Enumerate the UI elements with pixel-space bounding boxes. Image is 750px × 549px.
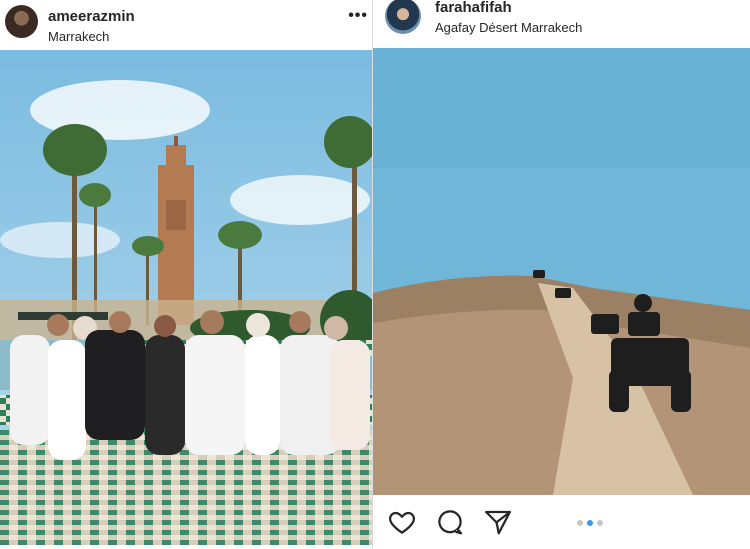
avatar[interactable] — [385, 0, 421, 34]
avatar[interactable] — [5, 5, 38, 38]
post-farahafifah: farahafifah Agafay Désert Marrakech — [372, 0, 750, 549]
post-photo[interactable] — [373, 48, 750, 495]
action-bar — [373, 495, 750, 549]
photo-koutoubia-group — [0, 50, 372, 545]
username[interactable]: ameerazmin — [48, 7, 135, 26]
carousel-dot — [597, 520, 603, 526]
carousel-dot — [587, 520, 593, 526]
user-meta: farahafifah Agafay Désert Marrakech — [435, 0, 582, 36]
share-icon[interactable] — [483, 507, 513, 537]
post-header: farahafifah Agafay Désert Marrakech — [373, 0, 750, 48]
location[interactable]: Agafay Désert Marrakech — [435, 19, 582, 36]
user-meta: ameerazmin Marrakech — [48, 7, 135, 45]
post-ameerazmin: ameerazmin Marrakech ••• — [0, 0, 372, 549]
carousel-indicator — [577, 520, 603, 526]
comment-icon[interactable] — [435, 507, 465, 537]
post-photo[interactable] — [0, 50, 372, 545]
heart-icon[interactable] — [387, 507, 417, 537]
location[interactable]: Marrakech — [48, 28, 135, 45]
more-icon[interactable]: ••• — [348, 8, 368, 24]
post-header: ameerazmin Marrakech ••• — [0, 0, 372, 50]
carousel-dot — [577, 520, 583, 526]
photo-agafay-quads — [373, 48, 750, 495]
username[interactable]: farahafifah — [435, 0, 582, 17]
